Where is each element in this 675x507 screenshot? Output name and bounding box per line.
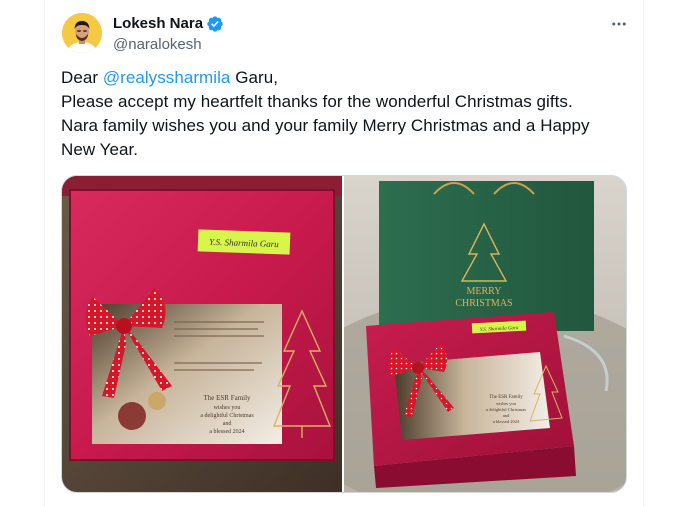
bag-text-bottom: CHRISTMAS <box>455 298 512 309</box>
card-line-1: The ESR Family <box>489 395 523 400</box>
avatar[interactable] <box>62 13 102 53</box>
card-line-5: a blessed 2024 <box>493 419 520 424</box>
author-handle[interactable]: @naralokesh <box>113 35 224 55</box>
photo-gift-box-top[interactable]: Y.S. Sharmila Garu The ESR Family wishes… <box>62 176 342 492</box>
card-line-4: and <box>503 413 510 418</box>
media-grid: Y.S. Sharmila Garu The ESR Family wishes… <box>61 175 627 493</box>
author-block: Lokesh Nara @naralokesh <box>113 14 224 55</box>
tweet-line-2: Please accept my heartfelt thanks for th… <box>61 92 573 111</box>
verified-badge-icon <box>207 16 223 32</box>
author-name[interactable]: Lokesh Nara <box>113 14 203 34</box>
tweet-text: Dear @realyssharmila Garu, Please accept… <box>61 66 621 162</box>
tweet[interactable]: Lokesh Nara @naralokesh Dear @realysshar… <box>45 0 643 507</box>
card-line-4: and <box>223 421 232 427</box>
card-line-3: a delightful Christmas <box>486 407 526 412</box>
card-line-5: a blessed 2024 <box>209 429 244 435</box>
tweet-greeting-suffix: Garu, <box>230 68 278 87</box>
user-avatar-icon <box>62 13 102 53</box>
timeline-right-border <box>643 0 644 507</box>
card-line-3: a delightful Christmas <box>200 412 254 419</box>
tweet-greeting: Dear <box>61 68 103 87</box>
card-line-2: wishes you <box>214 405 241 411</box>
green-gift-bag: MERRY CHRISTMAS <box>379 181 594 331</box>
mention-link[interactable]: @realyssharmila <box>103 68 231 87</box>
card-line-2: wishes you <box>496 401 517 406</box>
more-horizontal-icon <box>612 22 626 26</box>
bag-text-top: MERRY <box>466 286 501 297</box>
tweet-line-1: Dear @realyssharmila Garu, <box>61 66 621 90</box>
more-options-button[interactable] <box>607 12 631 36</box>
tweet-line-3: Nara family wishes you and your family M… <box>61 116 590 159</box>
photo-gift-bag-and-box[interactable]: MERRY CHRISTMAS Y.S. Sharmila Garu The E… <box>344 176 626 492</box>
card-line-1: The ESR Family <box>203 394 251 402</box>
